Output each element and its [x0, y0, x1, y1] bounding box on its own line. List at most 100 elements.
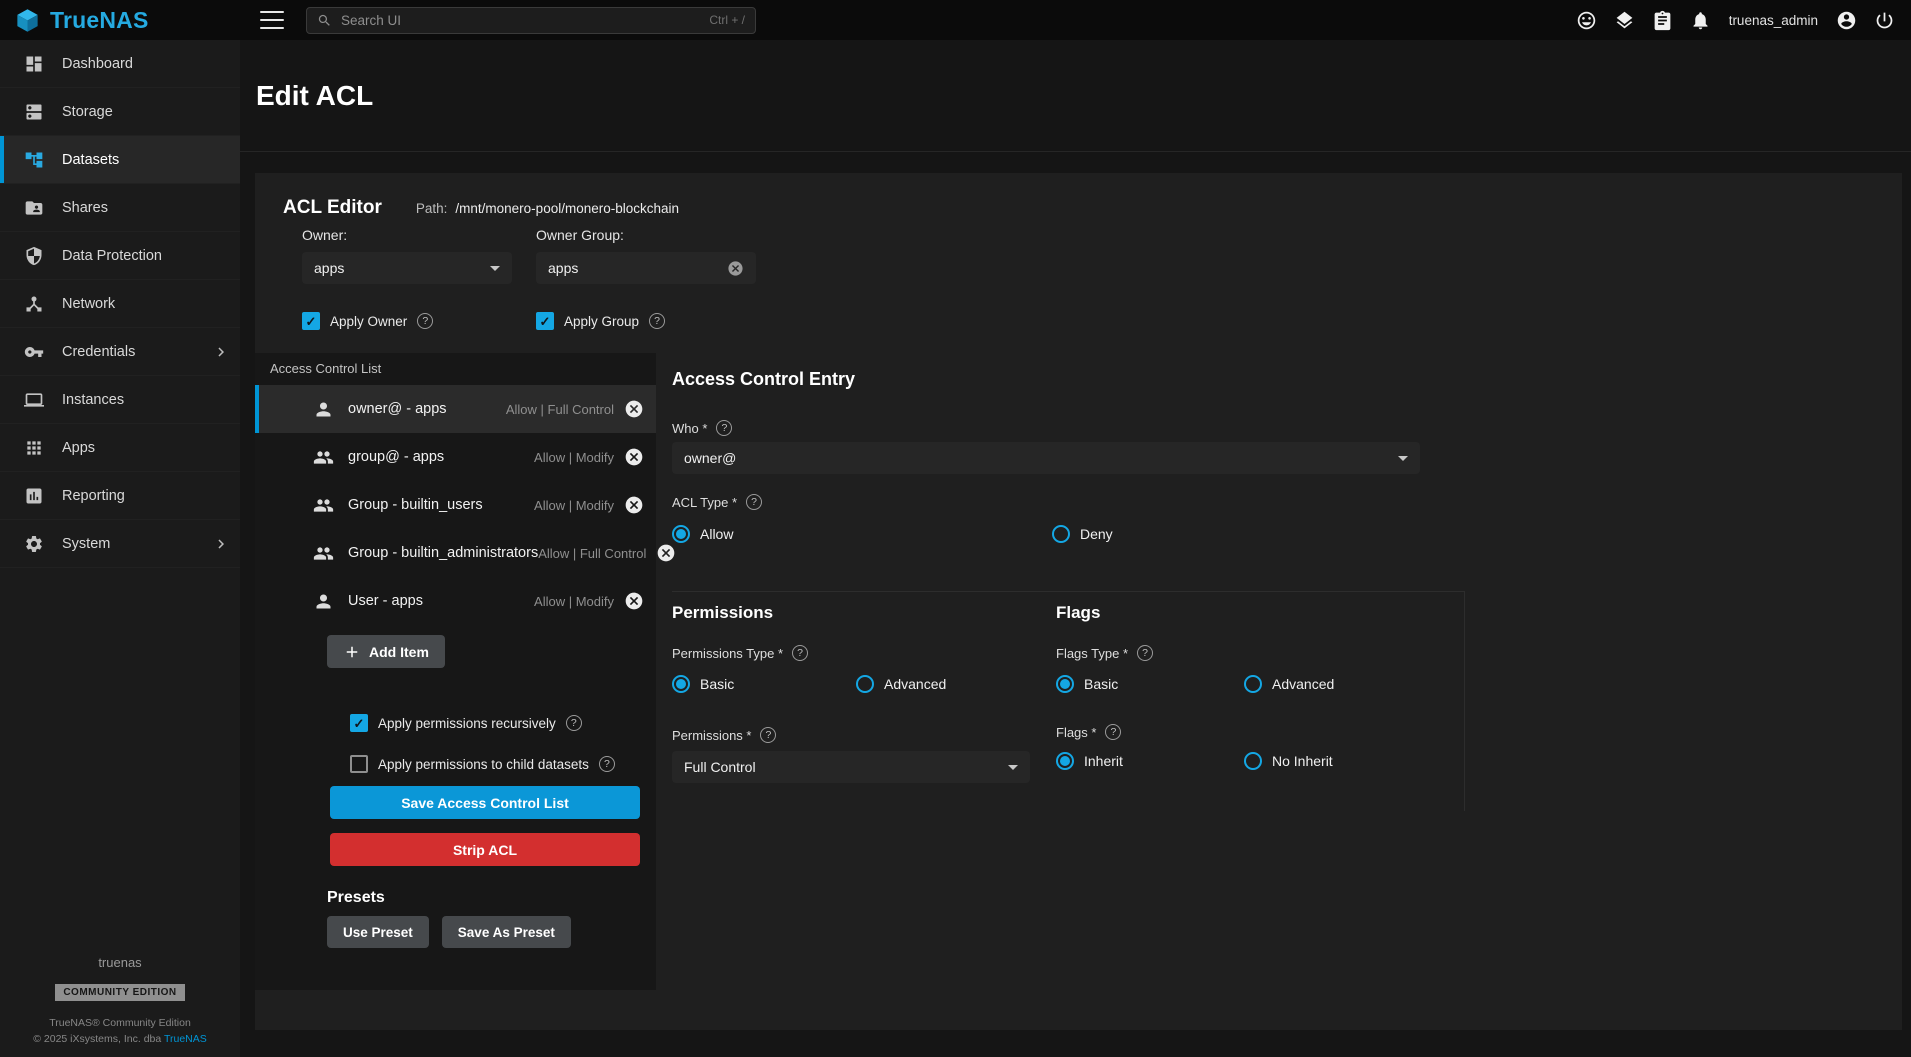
truenas-logo[interactable]: TrueNAS — [0, 7, 240, 34]
truenas-link[interactable]: TrueNAS — [164, 1033, 207, 1045]
owner-group-field: Owner Group: apps — [536, 227, 756, 284]
sidebar-item-label: Data Protection — [62, 248, 162, 264]
person-icon — [313, 399, 334, 420]
entry-name: group@ - apps — [348, 449, 444, 465]
permissions-type-basic-label: Basic — [700, 676, 734, 692]
sidebar-item-datasets[interactable]: Datasets — [0, 136, 240, 184]
delete-entry-button[interactable] — [624, 591, 644, 611]
sidebar-item-label: Shares — [62, 200, 108, 216]
flags-type-basic-radio[interactable]: Basic — [1056, 675, 1118, 693]
entry-permission: Allow | Full Control — [538, 546, 646, 561]
help-icon[interactable] — [1105, 724, 1121, 740]
clear-input-icon[interactable] — [727, 260, 744, 277]
acl-list-heading: Access Control List — [270, 361, 381, 376]
help-icon[interactable] — [746, 494, 762, 510]
bell-icon[interactable] — [1690, 10, 1711, 31]
permissions-select[interactable]: Full Control — [672, 751, 1030, 783]
help-icon[interactable] — [760, 727, 776, 743]
radio-circle — [1056, 752, 1074, 770]
sidebar-item-instances[interactable]: Instances — [0, 376, 240, 424]
user-avatar-icon[interactable] — [1836, 10, 1857, 31]
use-preset-button[interactable]: Use Preset — [327, 916, 429, 948]
owner-group-input[interactable]: apps — [536, 252, 756, 284]
permissions-type-basic-radio[interactable]: Basic — [672, 675, 734, 693]
sidebar-item-credentials[interactable]: Credentials — [0, 328, 240, 376]
smiley-icon[interactable] — [1576, 10, 1597, 31]
flags-inherit-radio[interactable]: Inherit — [1056, 752, 1123, 770]
access-control-list-panel: Access Control List owner@ - apps Allow … — [255, 353, 656, 990]
search-input[interactable]: Search UI Ctrl + / — [306, 7, 756, 34]
permissions-label-row: Permissions * — [672, 727, 776, 743]
sidebar-item-label: Instances — [62, 392, 124, 408]
who-select[interactable]: owner@ — [672, 442, 1420, 474]
save-as-preset-button[interactable]: Save As Preset — [442, 916, 571, 948]
sidebar-item-label: Network — [62, 296, 115, 312]
chevron-down-icon — [1398, 456, 1408, 461]
help-icon[interactable] — [566, 715, 582, 731]
delete-entry-button[interactable] — [624, 447, 644, 467]
owner-select[interactable]: apps — [302, 252, 512, 284]
help-icon[interactable] — [1137, 645, 1153, 661]
search-shortcut-hint: Ctrl + / — [709, 13, 745, 27]
radio-circle — [1244, 752, 1262, 770]
permissions-type-advanced-radio[interactable]: Advanced — [856, 675, 946, 693]
help-icon[interactable] — [792, 645, 808, 661]
sidebar-item-system[interactable]: System — [0, 520, 240, 568]
help-icon[interactable] — [417, 313, 433, 329]
list-item[interactable]: group@ - apps Allow | Modify — [255, 433, 656, 481]
apply-group-checkbox[interactable] — [536, 312, 554, 330]
bar-chart-icon — [24, 486, 44, 506]
strip-acl-button[interactable]: Strip ACL — [330, 833, 640, 866]
sidebar-item-dashboard[interactable]: Dashboard — [0, 40, 240, 88]
sidebar-item-reporting[interactable]: Reporting — [0, 472, 240, 520]
delete-entry-button[interactable] — [624, 495, 644, 515]
sidebar-item-network[interactable]: Network — [0, 280, 240, 328]
path-label: Path: — [416, 201, 448, 216]
list-item[interactable]: User - apps Allow | Modify — [255, 577, 656, 625]
allow-radio[interactable]: Allow — [672, 525, 733, 543]
acl-type-label: ACL Type * — [672, 495, 737, 510]
sidebar-item-data-protection[interactable]: Data Protection — [0, 232, 240, 280]
menu-toggle-button[interactable] — [260, 11, 284, 29]
cancel-icon — [624, 447, 644, 467]
list-item[interactable]: Group - builtin_administrators Allow | F… — [255, 529, 656, 577]
help-icon[interactable] — [716, 420, 732, 436]
apply-child-datasets-checkbox[interactable] — [350, 755, 368, 773]
delete-entry-button[interactable] — [624, 399, 644, 419]
permissions-section-heading: Permissions — [672, 603, 773, 623]
key-icon — [24, 342, 44, 362]
help-icon[interactable] — [649, 313, 665, 329]
save-access-control-list-button[interactable]: Save Access Control List — [330, 786, 640, 819]
acl-editor-heading: ACL Editor — [283, 197, 382, 219]
gear-icon — [24, 534, 44, 554]
add-item-button[interactable]: Add Item — [327, 635, 445, 668]
sidebar-item-label: Credentials — [62, 344, 135, 360]
deny-radio-label: Deny — [1080, 526, 1113, 542]
clipboard-icon[interactable] — [1652, 10, 1673, 31]
help-icon[interactable] — [599, 756, 615, 772]
apply-owner-checkbox-row[interactable]: Apply Owner — [302, 312, 433, 330]
radio-circle — [672, 675, 690, 693]
apply-recursively-checkbox-row[interactable]: Apply permissions recursively — [350, 714, 582, 732]
apply-owner-checkbox[interactable] — [302, 312, 320, 330]
storage-icon — [24, 102, 44, 122]
list-item[interactable]: owner@ - apps Allow | Full Control — [255, 385, 656, 433]
footer-copyright: © 2025 iXsystems, Inc. dba TrueNAS — [0, 1033, 240, 1045]
list-item[interactable]: Group - builtin_users Allow | Modify — [255, 481, 656, 529]
acl-entry-list: owner@ - apps Allow | Full Control group… — [255, 385, 656, 625]
permissions-type-label-row: Permissions Type * — [672, 645, 808, 661]
layers-icon[interactable] — [1614, 10, 1635, 31]
apply-group-checkbox-row[interactable]: Apply Group — [536, 312, 665, 330]
deny-radio[interactable]: Deny — [1052, 525, 1113, 543]
power-icon[interactable] — [1874, 10, 1895, 31]
sidebar-item-apps[interactable]: Apps — [0, 424, 240, 472]
sidebar-item-storage[interactable]: Storage — [0, 88, 240, 136]
sidebar-item-shares[interactable]: Shares — [0, 184, 240, 232]
flags-no-inherit-radio[interactable]: No Inherit — [1244, 752, 1333, 770]
group-icon — [313, 495, 334, 516]
apply-recursively-checkbox[interactable] — [350, 714, 368, 732]
shared-folder-icon — [24, 198, 44, 218]
apply-child-datasets-checkbox-row[interactable]: Apply permissions to child datasets — [350, 755, 615, 773]
flags-type-advanced-radio[interactable]: Advanced — [1244, 675, 1334, 693]
chevron-down-icon — [1008, 765, 1018, 770]
